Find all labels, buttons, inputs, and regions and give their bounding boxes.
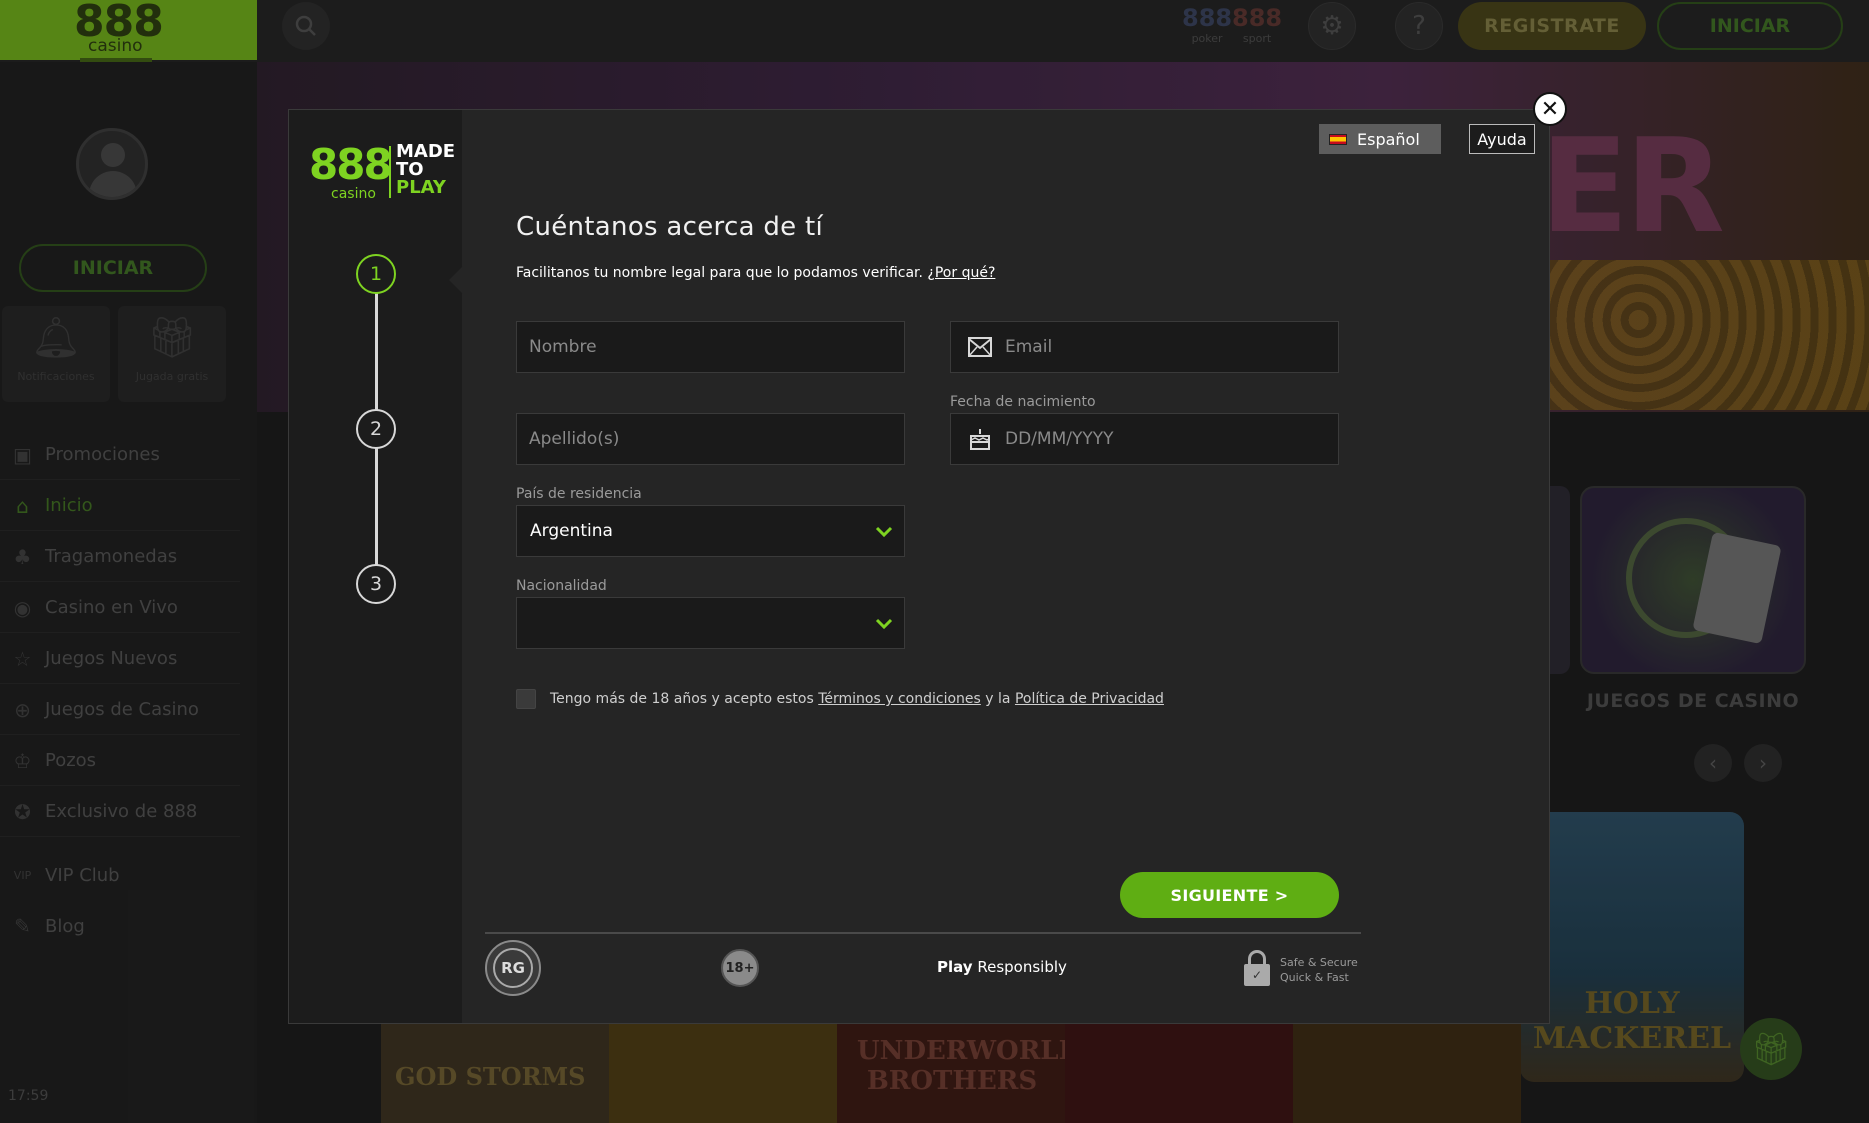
dob-input[interactable]: DD/MM/YYYY xyxy=(950,413,1339,465)
step-indicator-notch xyxy=(449,266,463,294)
tagline-play: PLAY xyxy=(396,177,446,198)
spain-flag-icon xyxy=(1329,133,1347,145)
lock-icon: ✓ xyxy=(1244,950,1270,986)
terms-checkbox[interactable] xyxy=(516,689,536,709)
safe-secure-text: Safe & Secure Quick & Fast xyxy=(1280,955,1358,985)
modal-steps-panel: 888 casino MADE TO PLAY 1 2 3 xyxy=(289,110,462,1023)
responsible-gaming-badge[interactable]: RG xyxy=(485,940,541,996)
chevron-down-icon xyxy=(864,519,904,543)
modal-logo-888: 888 xyxy=(309,140,393,189)
why-link[interactable]: ¿Por qué? xyxy=(927,265,995,281)
terms-row: Tengo más de 18 años y acepto estos Térm… xyxy=(516,689,1164,709)
envelope-icon xyxy=(959,322,1001,372)
play-rest: Responsibly xyxy=(977,958,1067,976)
nationality-select[interactable] xyxy=(516,597,905,649)
modal-subtitle-text: Facilitanos tu nombre legal para que lo … xyxy=(516,265,923,281)
modal-subtitle: Facilitanos tu nombre legal para que lo … xyxy=(516,265,995,281)
language-selector[interactable]: Español xyxy=(1319,124,1441,154)
email-placeholder: Email xyxy=(1005,337,1053,357)
first-name-input[interactable]: Nombre xyxy=(516,321,905,373)
dob-label: Fecha de nacimiento xyxy=(950,394,1096,410)
close-modal-button[interactable]: ✕ xyxy=(1533,92,1567,126)
language-label: Español xyxy=(1357,129,1420,149)
rg-label: RG xyxy=(493,948,533,988)
step-3: 3 xyxy=(356,564,396,604)
modal-title: Cuéntanos acerca de tí xyxy=(516,212,824,242)
chevron-down-icon xyxy=(864,611,904,635)
play-responsibly-text: Play Responsibly xyxy=(937,958,1067,976)
close-icon: ✕ xyxy=(1540,96,1560,122)
safe-line-1: Safe & Secure xyxy=(1280,956,1358,969)
dob-placeholder: DD/MM/YYYY xyxy=(1005,429,1114,449)
next-button[interactable]: SIGUIENTE > xyxy=(1120,872,1339,918)
modal-logo-casino: casino xyxy=(331,186,376,202)
terms-link[interactable]: Términos y condiciones xyxy=(818,691,981,707)
last-name-placeholder: Apellido(s) xyxy=(529,429,620,449)
email-input[interactable]: Email xyxy=(950,321,1339,373)
cake-icon xyxy=(959,414,1001,464)
registration-modal: 888 casino MADE TO PLAY 1 2 3 Español Ay… xyxy=(288,109,1550,1024)
terms-prefix: Tengo más de 18 años y acepto estos xyxy=(550,691,814,707)
modal-tagline: MADE TO PLAY xyxy=(396,143,455,197)
footer-divider xyxy=(485,932,1361,934)
nationality-label: Nacionalidad xyxy=(516,578,607,594)
last-name-input[interactable]: Apellido(s) xyxy=(516,413,905,465)
safe-line-2: Quick & Fast xyxy=(1280,971,1349,984)
step-2: 2 xyxy=(356,409,396,449)
terms-middle: y la xyxy=(985,691,1011,707)
help-link[interactable]: Ayuda xyxy=(1469,124,1535,154)
age-18-badge: 18+ xyxy=(721,949,759,987)
country-label: País de residencia xyxy=(516,486,642,502)
country-select[interactable]: Argentina xyxy=(516,505,905,557)
play-bold: Play xyxy=(937,958,973,976)
first-name-placeholder: Nombre xyxy=(529,337,597,357)
country-value: Argentina xyxy=(530,521,613,541)
privacy-link[interactable]: Política de Privacidad xyxy=(1015,691,1164,707)
step-1: 1 xyxy=(356,254,396,294)
